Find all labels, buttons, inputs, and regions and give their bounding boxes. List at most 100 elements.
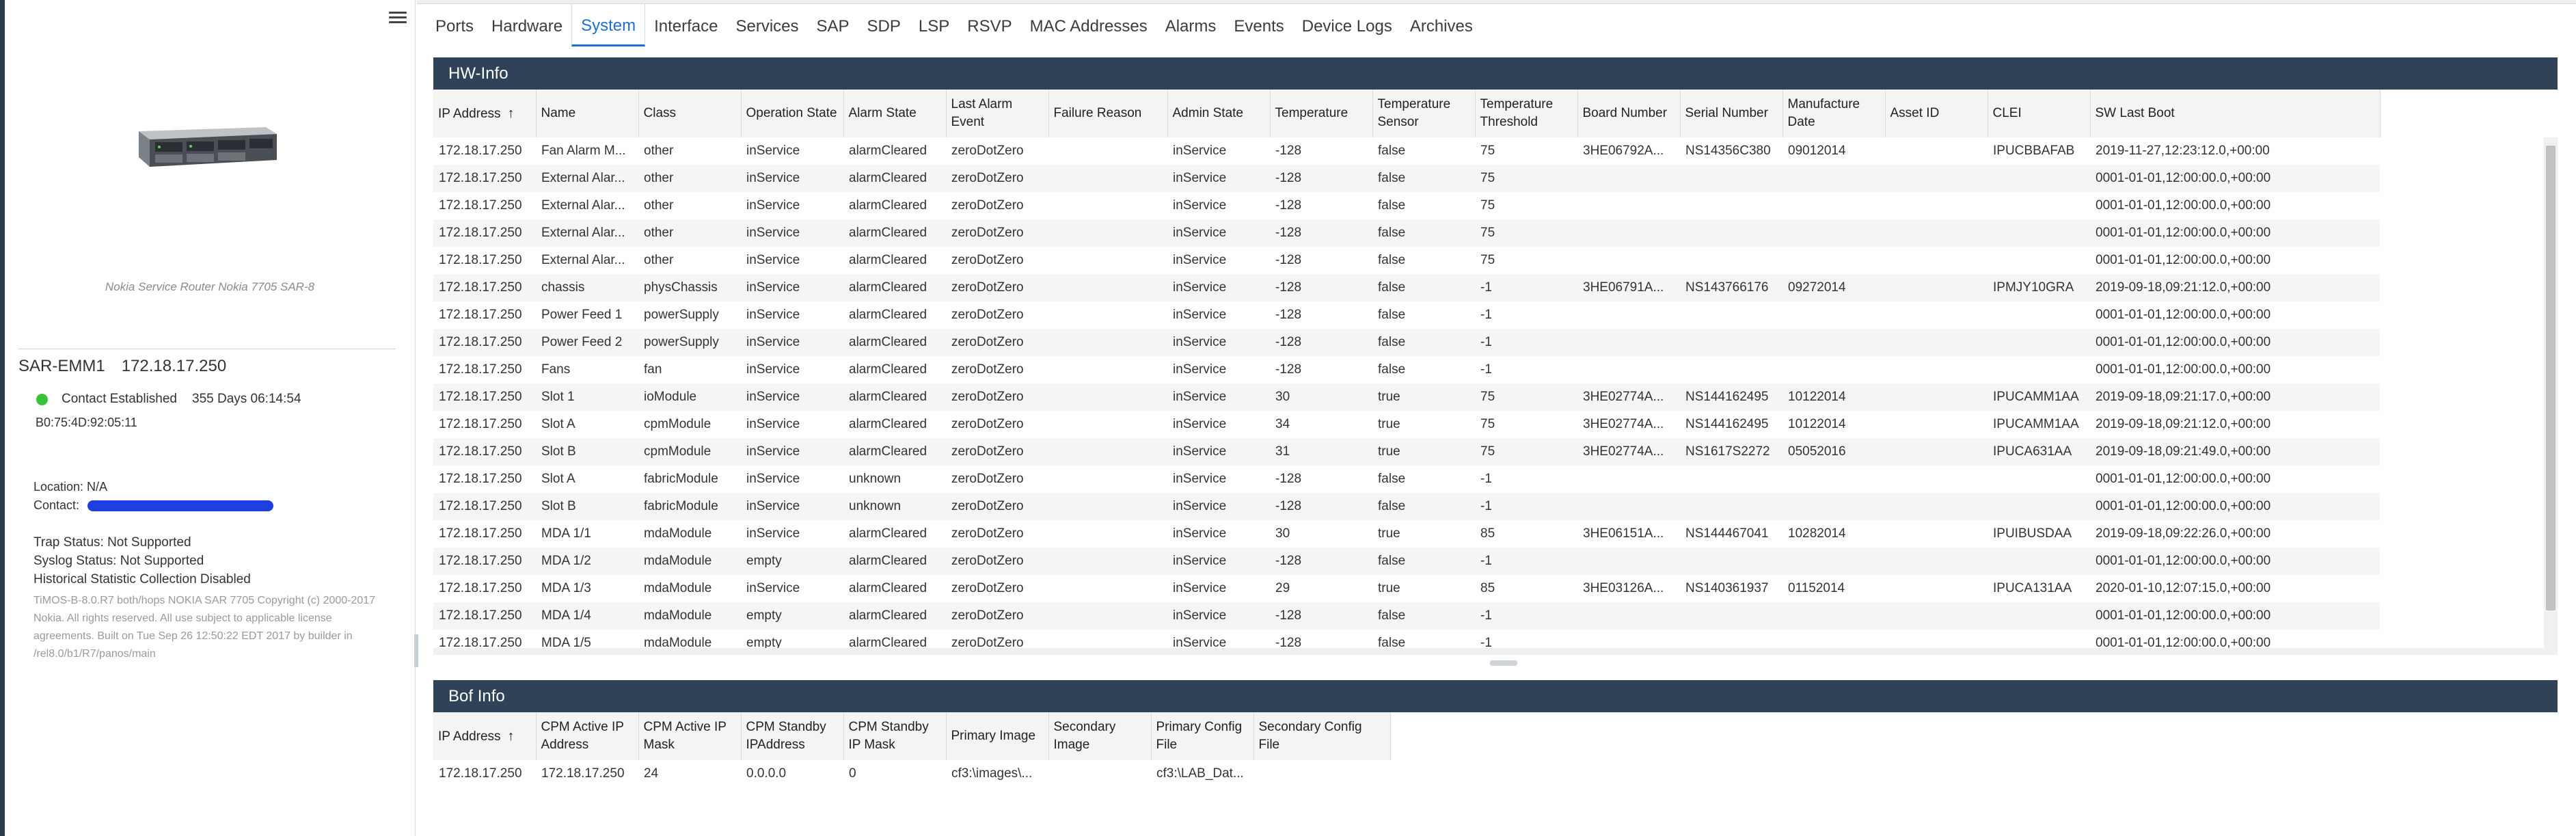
hw-cell-failure-reason	[1048, 602, 1167, 630]
hw-col-serial-number[interactable]: Serial Number	[1680, 90, 1783, 137]
bof-col-cpm-standby-ip-mask[interactable]: CPM Standby IP Mask	[843, 712, 947, 760]
table-row[interactable]: 172.18.17.250 External Alar... other inServ…	[433, 165, 2380, 192]
table-row[interactable]: 172.18.17.250 Power Feed 1 powerSupply inSe…	[433, 301, 2380, 329]
table-row[interactable]: 172.18.17.250 Slot 1 ioModule inService alar…	[433, 383, 2380, 411]
table-row[interactable]: 172.18.17.250 External Alar... other inServ…	[433, 247, 2380, 274]
hw-cell-board-number	[1577, 247, 1680, 274]
table-row[interactable]: 172.18.17.250 Slot BcpmModule inService ala…	[433, 438, 2380, 466]
bof-col-primary-config-file[interactable]: Primary Config File	[1151, 712, 1254, 760]
hw-col-manufacture-date[interactable]: Manufacture Date	[1782, 90, 1886, 137]
hw-scrollbar-thumb[interactable]	[2546, 146, 2555, 610]
hw-cell-temperature: 29	[1275, 581, 1290, 595]
hw-col-board-number[interactable]: Board Number	[1577, 90, 1681, 137]
hw-cell-operation-state: inService	[746, 144, 800, 158]
table-row[interactable]: 172.18.17.250 MDA 1/5 mdaModule empty alarmC…	[433, 630, 2380, 648]
hw-cell-board-number	[1577, 192, 1680, 219]
tab-events[interactable]: Events	[1225, 4, 1292, 46]
bof-col-cpm-active-ip-mask[interactable]: CPM Active IP Mask	[638, 712, 742, 760]
hw-cell-operation-state: inService	[746, 472, 800, 486]
tab-archives[interactable]: Archives	[1401, 4, 1482, 46]
hw-scrollbar[interactable]	[2544, 137, 2558, 648]
hw-col-temperature-sensor[interactable]: Temperature Sensor	[1372, 90, 1476, 137]
tab-interface[interactable]: Interface	[645, 4, 727, 46]
hw-cell-failure-reason	[1048, 356, 1167, 383]
hw-cell-temperature: 34	[1275, 417, 1290, 431]
panel-collapse-handle[interactable]	[414, 634, 418, 667]
tab-mac-addresses[interactable]: MAC Addresses	[1021, 4, 1156, 46]
table-row[interactable]: 172.18.17.250 MDA 1/2 mdaModule empty alarmC…	[433, 548, 2380, 575]
hw-col-ip-address[interactable]: IP Address ↑	[433, 90, 537, 137]
hw-cell-alarm-state: alarmCleared	[843, 274, 946, 301]
hw-cell-asset-id	[1885, 575, 1988, 602]
hw-col-last-alarm-event[interactable]: Last Alarm Event	[946, 90, 1049, 137]
hw-cell-class: mdaModule	[638, 602, 741, 630]
hw-cell-asset-id	[1885, 165, 1988, 192]
hw-cell-serial-number: NS1617S2272	[1680, 438, 1782, 466]
hw-cell-last-alarm-event: zeroDotZero	[946, 602, 1048, 630]
tab-hardware[interactable]: Hardware	[483, 4, 571, 46]
hw-col-failure-reason[interactable]: Failure Reason	[1048, 90, 1168, 137]
tab-lsp[interactable]: LSP	[910, 4, 958, 46]
tab-device-logs[interactable]: Device Logs	[1293, 4, 1401, 46]
table-row[interactable]: 172.18.17.250 MDA 1/4 mdaModule empty alarmC…	[433, 602, 2380, 630]
bof-col-secondary-image[interactable]: Secondary Image	[1048, 712, 1152, 760]
table-row[interactable]: 172.18.17.250 172.18.17.250 24 0.0.0.0 0 cf3:…	[433, 760, 1390, 787]
tab-sdp[interactable]: SDP	[858, 4, 910, 46]
hw-cell-manufacture-date	[1782, 630, 1885, 648]
table-row[interactable]: 172.18.17.250 External Alar... other inServ…	[433, 192, 2380, 219]
table-row[interactable]: 172.18.17.250 MDA 1/1 mdaModule inService al…	[433, 520, 2380, 548]
hw-cell-serial-number	[1680, 630, 1782, 648]
hw-col-temperature-threshold[interactable]: Temperature Threshold	[1475, 90, 1578, 137]
hw-horizontal-scrollbar[interactable]	[433, 648, 2558, 655]
tab-rsvp[interactable]: RSVP	[958, 4, 1020, 46]
tab-sap[interactable]: SAP	[808, 4, 858, 46]
hw-col-temperature[interactable]: Temperature	[1270, 90, 1373, 137]
hamburger-menu-icon[interactable]	[389, 10, 407, 26]
hw-info-table: IP Address ↑ Name Class Operation State Alarm…	[433, 90, 2381, 648]
hw-col-sw-last-boot[interactable]: SW Last Boot	[2090, 90, 2381, 137]
hw-cell-last-alarm-event: zeroDotZero	[951, 362, 1024, 377]
bof-col-ip-address[interactable]: IP Address ↑	[433, 712, 537, 760]
hw-col-clei[interactable]: CLEI	[1988, 90, 2091, 137]
tab-alarms[interactable]: Alarms	[1156, 4, 1225, 46]
sort-ascending-icon[interactable]: ↑	[508, 729, 515, 744]
hw-cell-failure-reason	[1048, 274, 1167, 301]
hw-cell-alarm-state: alarmCleared	[849, 308, 927, 322]
hw-col-class[interactable]: Class	[638, 90, 742, 137]
table-row[interactable]: 172.18.17.250 Slot BfabricModule inService…	[433, 493, 2380, 520]
hw-col-asset-id[interactable]: Asset ID	[1885, 90, 1988, 137]
hw-col-operation-state[interactable]: Operation State	[741, 90, 844, 137]
hw-cell-class: cpmModule	[644, 417, 711, 431]
bof-col-cpm-active-ip-address[interactable]: CPM Active IP Address	[536, 712, 639, 760]
hw-col-name[interactable]: Name	[536, 90, 639, 137]
hw-cell-last-alarm-event: zeroDotZero	[951, 472, 1024, 486]
table-row[interactable]: 172.18.17.250 Slot A cpmModule inService ala…	[433, 411, 2380, 438]
table-row[interactable]: 172.18.17.250 Power Feed 2 powerSupply inSe…	[433, 329, 2380, 356]
table-row[interactable]: 172.18.17.250 Fans fan inService alarmCleare…	[433, 356, 2380, 383]
redacted-contact	[87, 500, 274, 512]
hw-cell-admin-state: inService	[1173, 308, 1227, 322]
table-row[interactable]: 172.18.17.250 Slot A fabricModule inService…	[433, 466, 2380, 493]
hw-cell-temperature-sensor: false	[1378, 308, 1406, 322]
hw-cell-failure-reason	[1048, 247, 1167, 274]
pane-splitter[interactable]	[1490, 660, 1517, 666]
hw-col-admin-state[interactable]: Admin State	[1167, 90, 1271, 137]
bof-col-secondary-config-file[interactable]: Secondary Config File	[1253, 712, 1391, 760]
table-row[interactable]: 172.18.17.250 MDA 1/3 mdaModule inService al…	[433, 575, 2380, 602]
hw-cell-serial-number	[1680, 192, 1782, 219]
sort-ascending-icon[interactable]: ↑	[508, 106, 515, 121]
bof-col-primary-image[interactable]: Primary Image	[946, 712, 1049, 760]
hw-cell-operation-state: inService	[741, 438, 843, 466]
hw-col-alarm-state[interactable]: Alarm State	[843, 90, 947, 137]
hw-cell-class: powerSupply	[638, 329, 741, 356]
hw-cell-clei	[1988, 329, 2090, 356]
bof-col-cpm-standby-ipaddress[interactable]: CPM Standby IPAddress	[741, 712, 844, 760]
tab-services[interactable]: Services	[727, 4, 807, 46]
hw-cell-admin-state: inService	[1173, 362, 1227, 377]
hw-cell-temperature-sensor: false	[1372, 548, 1475, 575]
tab-ports[interactable]: Ports	[426, 4, 483, 46]
table-row[interactable]: 172.18.17.250 chassis physChassis inService…	[433, 274, 2380, 301]
table-row[interactable]: 172.18.17.250 External Alar... other inServ…	[433, 219, 2380, 247]
table-row[interactable]: 172.18.17.250 Fan Alarm M... other inServic…	[433, 137, 2380, 165]
tab-system[interactable]: System	[571, 4, 646, 46]
